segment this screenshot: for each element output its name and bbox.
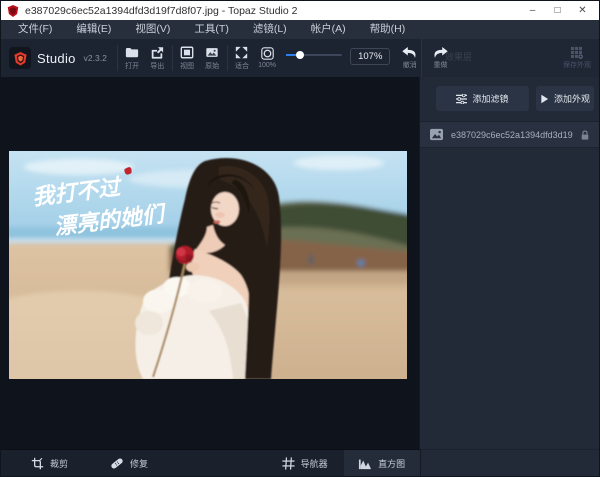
single-view-icon (180, 46, 194, 59)
add-filter-button[interactable]: 添加滤镜 (436, 86, 529, 111)
close-button[interactable]: ✕ (570, 2, 595, 20)
window-title: e387029c6ec52a1394dfd3d19f7d8f07.jpg - T… (25, 5, 297, 17)
sliders-icon (456, 94, 467, 104)
toolbar-separator (172, 45, 173, 71)
base-image-layer-row[interactable]: e387029c6ec52a1394dfd3d19f7d8… (420, 121, 599, 148)
original-image-icon (205, 46, 219, 59)
view-button[interactable]: 视图 (175, 46, 200, 71)
menu-tools[interactable]: 工具(T) (185, 20, 243, 39)
histogram-icon (358, 457, 372, 470)
fit-zoom-button[interactable]: 适合 (229, 46, 254, 71)
redo-button[interactable]: 重做 (432, 46, 449, 70)
menu-filters[interactable]: 滤镜(L) (244, 20, 302, 39)
heal-button[interactable]: 修复 (110, 457, 148, 470)
look-play-icon (540, 94, 549, 104)
panel-header: 效果层 重做 保存外观 (421, 39, 599, 77)
undo-button[interactable]: 撤消 (398, 46, 421, 70)
topaz-logo-icon (9, 47, 31, 69)
title-bar: e387029c6ec52a1394dfd3d19f7d8f07.jpg - T… (1, 1, 599, 20)
zoom-slider-handle[interactable] (296, 51, 304, 59)
toolbar-separator (227, 45, 228, 71)
circle-zoom-icon (261, 47, 274, 60)
redo-arrow-icon (432, 46, 449, 59)
lock-icon (580, 129, 590, 141)
folder-icon (125, 46, 139, 59)
navigator-grid-icon (282, 457, 295, 470)
toolbar: Studio v2.3.2 打开 导出 (1, 39, 599, 77)
toolbar-separator (117, 45, 118, 71)
red-rose (176, 246, 194, 264)
layer-name: e387029c6ec52a1394dfd3d19f7d8… (451, 130, 573, 140)
export-icon (150, 46, 164, 59)
layer-thumbnail-icon (429, 128, 444, 141)
panel-empty-area (420, 148, 599, 449)
zoom-slider[interactable] (286, 48, 343, 62)
minimize-button[interactable]: – (520, 2, 545, 20)
app-shield-icon (7, 5, 19, 17)
menu-bar: 文件(F) 编辑(E) 视图(V) 工具(T) 滤镜(L) 帐户(A) 帮助(H… (1, 20, 599, 39)
fit-arrows-icon (235, 46, 248, 59)
navigator-button[interactable]: 导航器 (282, 457, 328, 470)
add-look-button[interactable]: 添加外观 (536, 86, 594, 111)
original-button[interactable]: 原始 (200, 46, 225, 71)
maximize-button[interactable]: □ (545, 2, 570, 20)
image-canvas[interactable]: 我打不过 漂亮的她们 (1, 77, 419, 449)
crop-icon (31, 457, 44, 470)
histogram-button[interactable]: 直方图 (344, 450, 420, 476)
menu-file[interactable]: 文件(F) (9, 20, 67, 39)
menu-help[interactable]: 帮助(H) (361, 20, 421, 39)
menu-view[interactable]: 视图(V) (126, 20, 185, 39)
panel-footer (420, 449, 599, 476)
brand-name: Studio (37, 51, 76, 66)
bandage-icon (110, 457, 124, 470)
open-button[interactable]: 打开 (120, 46, 145, 71)
save-look-button[interactable]: 保存外观 (563, 46, 599, 70)
photo-image[interactable]: 我打不过 漂亮的她们 (9, 151, 407, 379)
effects-layer-label: 效果层 (445, 50, 472, 63)
undo-arrow-icon (401, 46, 418, 59)
export-button[interactable]: 导出 (145, 46, 170, 71)
right-panel: 添加滤镜 添加外观 e387029c6ec52a1394dfd3d19f7d8… (419, 77, 599, 449)
menu-account[interactable]: 帐户(A) (302, 20, 361, 39)
crop-button[interactable]: 裁剪 (31, 457, 68, 470)
grid-plus-icon (570, 46, 584, 59)
menu-edit[interactable]: 编辑(E) (67, 20, 126, 39)
brand: Studio v2.3.2 (1, 47, 115, 69)
zoom-100-button[interactable]: 100% (255, 47, 280, 69)
bottom-bar: 裁剪 修复 导航器 (1, 449, 599, 476)
app-window: e387029c6ec52a1394dfd3d19f7d8f07.jpg - T… (0, 0, 600, 477)
brand-version: v2.3.2 (84, 53, 107, 63)
zoom-value[interactable]: 107% (350, 48, 390, 65)
